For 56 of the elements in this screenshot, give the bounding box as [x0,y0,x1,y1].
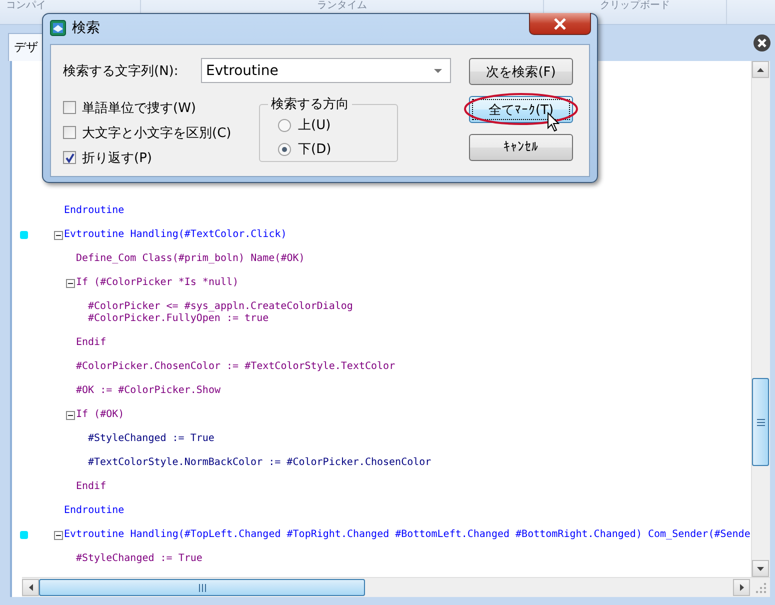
checkbox-label[interactable]: 大文字と小文字を区別(C) [82,124,232,142]
code-line: #OK := #ColorPicker.Show [76,384,220,398]
dialog-button[interactable]: ｷｬﾝｾﾙ [469,134,573,161]
code-line: Evtroutine Handling(#TopLeft.Changed #TopRight.Changed #BottomLeft.Changed #BottomRight.Changed) Com_Sender(#Sende [64,528,750,542]
code-line: Define_Com Class(#prim_boln) Name(#OK) [76,252,305,266]
close-icon [553,18,567,30]
collapse-icon[interactable] [54,230,63,240]
code-line: Endroutine [64,504,124,518]
code-line: Endif [76,336,106,350]
right-arrow-icon [740,584,744,591]
code-line: Endroutine [64,204,124,218]
search-combobox[interactable]: Evtroutine [201,58,451,83]
scroll-down-button[interactable] [752,560,769,577]
dialog-button[interactable]: 全てﾏｰｸ(T) [469,96,573,123]
code-line: #ColorPicker.ChosenColor := #TextColorStyle.TextColor [76,360,396,374]
scrollbar-thumb[interactable] [752,378,769,466]
checkbox-label[interactable]: 単語単位で捜す(W) [82,98,196,116]
left-arrow-icon [28,584,32,591]
code-line: Endif [76,480,106,494]
scroll-up-button[interactable] [752,61,769,78]
code-line: #TextColorStyle.NormBackColor := #ColorPicker.ChosenColor [88,456,432,470]
checkbox[interactable] [63,126,76,139]
dialog-button[interactable]: 次を検索(F) [469,58,573,85]
up-arrow-icon [757,68,764,72]
scroll-left-button[interactable] [22,579,39,596]
code-line: If (#ColorPicker *Is *null) [76,276,239,290]
code-line: #ColorPicker.FullyOpen := true [88,313,270,325]
breakpoint-marker[interactable] [20,231,28,239]
scrollbar-thumb[interactable] [39,579,365,596]
breakpoint-marker[interactable] [20,531,28,539]
groupbox-title: 検索する方向 [268,95,352,113]
search-label: 検索する文字列(N): [63,62,180,80]
code-line: #StyleChanged := True [88,432,214,446]
collapse-icon[interactable] [66,278,75,288]
designer-tab[interactable]: デザ [8,33,44,61]
resize-grip-icon[interactable] [756,582,766,592]
radio-button[interactable] [278,118,291,132]
code-line: Evtroutine Handling(#TextColor.Click) [64,228,287,242]
checkbox-label[interactable]: 折り返す(P) [82,148,152,166]
radio-label[interactable]: 上(U) [298,116,331,134]
checkbox[interactable] [63,101,76,114]
checkbox[interactable] [63,151,76,164]
caret-icon[interactable] [434,68,442,72]
app-icon [50,20,66,36]
scroll-right-button[interactable] [733,579,750,596]
radio-label[interactable]: 下(D) [298,140,332,158]
close-icon[interactable] [753,34,771,52]
search-field[interactable]: Evtroutine [206,62,434,78]
collapse-icon[interactable] [54,530,63,540]
down-arrow-icon [757,566,764,570]
radio-button[interactable] [278,142,291,156]
code-line: If (#OK) [76,408,124,422]
code-line: #StyleChanged := True [76,552,202,566]
close-button[interactable] [529,13,591,35]
code-line: #ColorPicker <= #sys_appln.CreateColorDialog [88,301,353,313]
collapse-icon[interactable] [66,410,75,420]
